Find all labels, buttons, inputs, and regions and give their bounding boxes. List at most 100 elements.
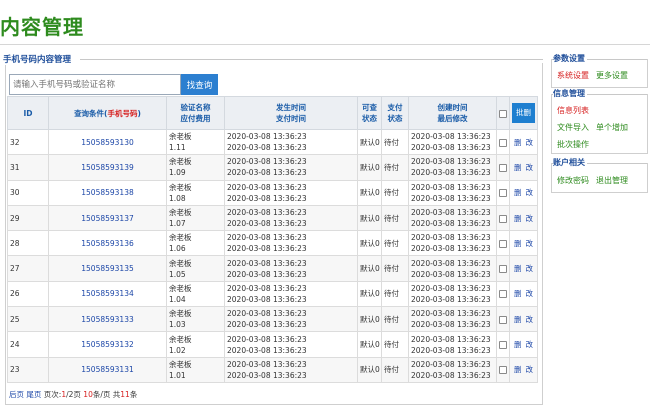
edit-link[interactable]: 改 (526, 188, 534, 197)
col-time-header: 发生时间 支付时间 (224, 96, 358, 130)
table-row: 32 15058593130 余老板 1.11 2020-03-08 13:36:23 2… (7, 128, 538, 156)
panel-divider (80, 59, 543, 60)
edit-link[interactable]: 改 (526, 138, 534, 147)
cell-select (496, 255, 510, 282)
cell-phone[interactable]: 15058593131 (48, 356, 167, 383)
cell-phone[interactable]: 15058593135 (48, 255, 167, 282)
cell-actions: 删改 (509, 154, 538, 181)
cell-select (496, 306, 510, 333)
delete-link[interactable]: 删 (514, 239, 522, 248)
cell-id: 30 (7, 179, 49, 206)
row-checkbox[interactable] (499, 138, 507, 147)
delete-link[interactable]: 删 (514, 214, 522, 223)
pager-total-count: 11 (120, 390, 130, 399)
delete-link[interactable]: 删 (514, 315, 522, 324)
row-checkbox[interactable] (499, 341, 507, 350)
batch-delete-button[interactable]: 批删 (512, 103, 535, 123)
row-checkbox[interactable] (499, 265, 507, 274)
cell-pay-status: 待付 (381, 230, 409, 257)
cell-times: 2020-03-08 13:36:23 2020-03-08 13:36:23 (224, 204, 358, 232)
edit-link[interactable]: 改 (526, 214, 534, 223)
delete-link[interactable]: 删 (514, 264, 522, 273)
pagination: 后页 尾页 页次:1/2页 10条/页 共11条 (9, 390, 138, 399)
row-checkbox[interactable] (499, 290, 507, 299)
cell-phone[interactable]: 15058593139 (48, 154, 167, 181)
edit-link[interactable]: 改 (526, 340, 534, 349)
row-checkbox[interactable] (499, 239, 507, 248)
records-table: ID 查询条件(手机号码) 验证名称 应付费用 发生时间 支付时间 可查 状态 支付状… (7, 96, 538, 383)
search-button[interactable]: 找查询 (181, 74, 218, 95)
delete-link[interactable]: 删 (514, 365, 522, 374)
cell-phone[interactable]: 15058593137 (48, 204, 167, 232)
row-checkbox[interactable] (499, 189, 507, 198)
delete-link[interactable]: 删 (514, 340, 522, 349)
cell-id: 23 (7, 356, 49, 383)
cell-select (496, 154, 510, 181)
table-row: 29 15058593137 余老板 1.07 2020-03-08 13:36:23 2… (7, 204, 538, 232)
cell-times: 2020-03-08 13:36:23 2020-03-08 13:36:23 (224, 280, 358, 308)
table-row: 25 15058593133 余老板 1.03 2020-03-08 13:36:23 2… (7, 306, 538, 333)
col-created-header: 创建时间 最后修改 (408, 96, 497, 130)
table-row: 26 15058593134 余老板 1.04 2020-03-08 13:36:23 2… (7, 280, 538, 308)
pager-prev-link[interactable]: 后页 (9, 390, 24, 399)
cell-phone[interactable]: 15058593136 (48, 230, 167, 257)
sidebar-link-system-settings[interactable]: 系统设置 (557, 70, 589, 81)
cell-created: 2020-03-08 13:36:23 2020-03-08 13:36:23 (408, 230, 497, 257)
edit-link[interactable]: 改 (526, 315, 534, 324)
edit-link[interactable]: 改 (526, 239, 534, 248)
cell-phone[interactable]: 15058593133 (48, 306, 167, 333)
search-input[interactable] (9, 74, 181, 95)
edit-link[interactable]: 改 (526, 289, 534, 298)
cell-created: 2020-03-08 13:36:23 2020-03-08 13:36:23 (408, 179, 497, 206)
sidebar-title-account: 账户相关 (553, 157, 587, 168)
cell-name-fee: 余老板 1.09 (166, 154, 225, 181)
table-row: 23 15058593131 余老板 1.01 2020-03-08 13:36:23 2… (7, 356, 538, 383)
sidebar-title-settings: 参数设置 (553, 53, 587, 64)
cell-times: 2020-03-08 13:36:23 2020-03-08 13:36:23 (224, 230, 358, 257)
row-checkbox[interactable] (499, 214, 507, 223)
cell-phone[interactable]: 15058593138 (48, 179, 167, 206)
row-checkbox[interactable] (499, 315, 507, 324)
delete-link[interactable]: 删 (514, 138, 522, 147)
pager-last-link[interactable]: 尾页 (26, 390, 41, 399)
table-row: 28 15058593136 余老板 1.06 2020-03-08 13:36:23 2… (7, 230, 538, 257)
edit-link[interactable]: 改 (526, 163, 534, 172)
table-header-row: ID 查询条件(手机号码) 验证名称 应付费用 发生时间 支付时间 可查 状态 支付状… (7, 96, 538, 130)
edit-link[interactable]: 改 (526, 264, 534, 273)
row-checkbox[interactable] (499, 163, 507, 172)
sidebar-title-info: 信息管理 (553, 88, 587, 99)
sidebar-link-file-import[interactable]: 文件导入 (557, 122, 589, 133)
cell-actions: 删改 (509, 306, 538, 333)
cell-select (496, 179, 510, 206)
cell-query-status: 默认0 (357, 331, 382, 358)
cell-phone[interactable]: 15058593134 (48, 280, 167, 308)
delete-link[interactable]: 删 (514, 188, 522, 197)
cell-id: 31 (7, 154, 49, 181)
sidebar-link-more-settings[interactable]: 更多设置 (596, 70, 628, 81)
sidebar-link-batch-ops[interactable]: 批次操作 (557, 139, 589, 150)
col-id-header: ID (7, 96, 49, 130)
table-row: 24 15058593132 余老板 1.02 2020-03-08 13:36:23 2… (7, 331, 538, 358)
cell-select (496, 331, 510, 358)
cell-id: 24 (7, 331, 49, 358)
select-all-checkbox[interactable] (499, 109, 507, 118)
sidebar-link-logout[interactable]: 退出管理 (596, 175, 628, 186)
sidebar-link-info-list[interactable]: 信息列表 (557, 105, 589, 116)
cell-name-fee: 余老板 1.01 (166, 356, 225, 383)
cell-times: 2020-03-08 13:36:23 2020-03-08 13:36:23 (224, 179, 358, 206)
sidebar-link-add-single[interactable]: 单个增加 (596, 122, 628, 133)
delete-link[interactable]: 删 (514, 163, 522, 172)
cell-pay-status: 待付 (381, 306, 409, 333)
edit-link[interactable]: 改 (526, 365, 534, 374)
cell-created: 2020-03-08 13:36:23 2020-03-08 13:36:23 (408, 306, 497, 333)
row-checkbox[interactable] (499, 366, 507, 375)
cell-query-status: 默认0 (357, 255, 382, 282)
col-pay-status-header: 支付 状态 (381, 96, 409, 130)
sidebar-link-change-password[interactable]: 修改密码 (557, 175, 589, 186)
delete-link[interactable]: 删 (514, 289, 522, 298)
cell-phone[interactable]: 15058593132 (48, 331, 167, 358)
cell-phone[interactable]: 15058593130 (48, 128, 167, 156)
cell-name-fee: 余老板 1.02 (166, 331, 225, 358)
cell-id: 32 (7, 128, 49, 156)
cell-created: 2020-03-08 13:36:23 2020-03-08 13:36:23 (408, 331, 497, 358)
